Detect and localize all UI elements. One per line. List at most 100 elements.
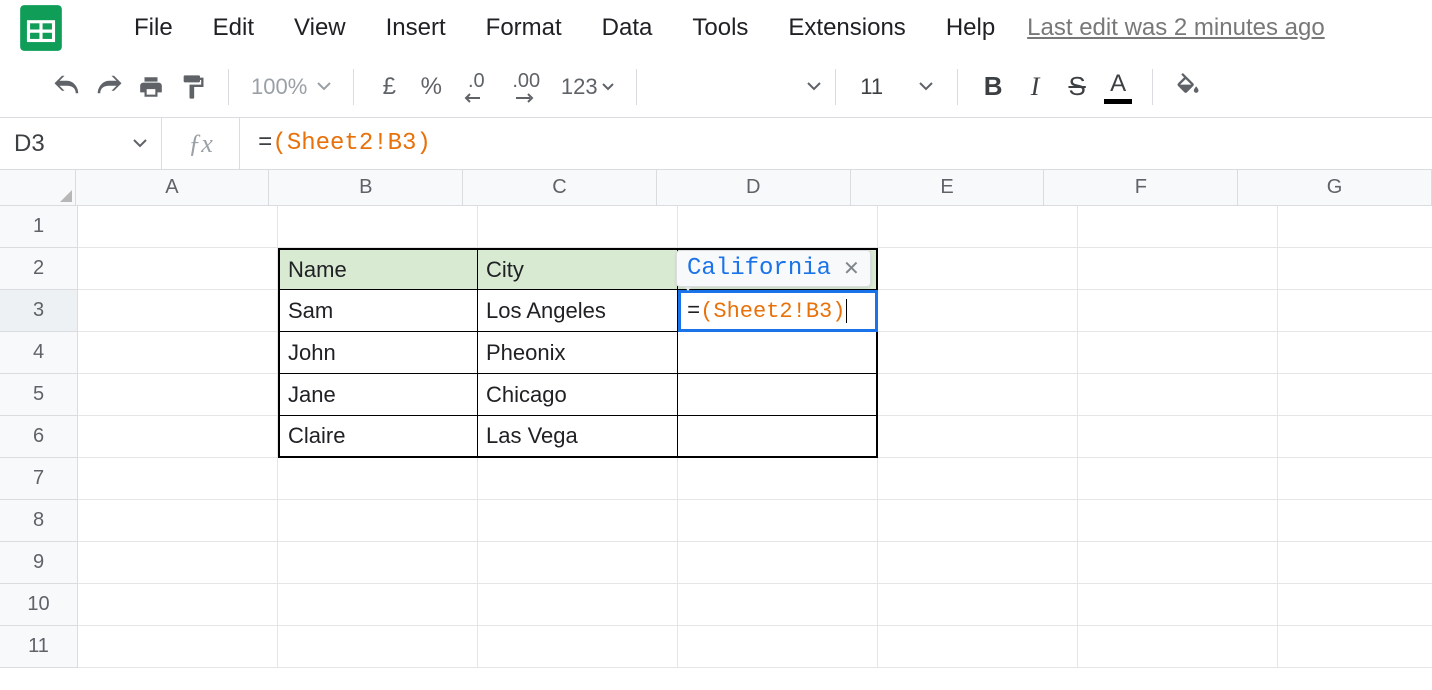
cell-B5[interactable]: Jane	[278, 374, 478, 416]
cell-E4[interactable]	[878, 332, 1078, 374]
cell-F11[interactable]	[1078, 626, 1278, 668]
cell-C10[interactable]	[478, 584, 678, 626]
paint-format-button[interactable]	[176, 70, 210, 104]
zoom-dropdown[interactable]: 100%	[243, 74, 339, 100]
sheets-logo-icon[interactable]	[16, 3, 66, 53]
percent-button[interactable]: %	[414, 70, 448, 104]
col-header-A[interactable]: A	[76, 170, 270, 205]
cell-B7[interactable]	[278, 458, 478, 500]
decrease-decimal-button[interactable]: .0	[456, 70, 496, 104]
cell-F5[interactable]	[1078, 374, 1278, 416]
cell-F2[interactable]	[1078, 248, 1278, 290]
cell-G8[interactable]	[1278, 500, 1432, 542]
col-header-G[interactable]: G	[1238, 170, 1432, 205]
cell-G11[interactable]	[1278, 626, 1432, 668]
row-header-5[interactable]: 5	[0, 374, 78, 416]
cell-B11[interactable]	[278, 626, 478, 668]
cell-E7[interactable]	[878, 458, 1078, 500]
cell-F8[interactable]	[1078, 500, 1278, 542]
cell-B4[interactable]: John	[278, 332, 478, 374]
cell-E9[interactable]	[878, 542, 1078, 584]
row-header-7[interactable]: 7	[0, 458, 78, 500]
row-header-11[interactable]: 11	[0, 626, 78, 668]
row-header-10[interactable]: 10	[0, 584, 78, 626]
cell-E8[interactable]	[878, 500, 1078, 542]
cell-A7[interactable]	[78, 458, 278, 500]
cell-C11[interactable]	[478, 626, 678, 668]
cell-A9[interactable]	[78, 542, 278, 584]
cell-C6[interactable]: Las Vega	[478, 416, 678, 458]
text-color-button[interactable]: A	[1104, 70, 1132, 104]
cell-A6[interactable]	[78, 416, 278, 458]
cell-F6[interactable]	[1078, 416, 1278, 458]
cell-G5[interactable]	[1278, 374, 1432, 416]
cell-F3[interactable]	[1078, 290, 1278, 332]
cell-E3[interactable]	[878, 290, 1078, 332]
menu-extensions[interactable]: Extensions	[768, 8, 925, 48]
name-box[interactable]: D3	[0, 118, 162, 169]
fill-color-button[interactable]	[1171, 70, 1205, 104]
menu-help[interactable]: Help	[926, 8, 1015, 48]
cell-B8[interactable]	[278, 500, 478, 542]
cell-B2[interactable]: Name	[278, 248, 478, 290]
cell-B10[interactable]	[278, 584, 478, 626]
cell-D1[interactable]	[678, 206, 878, 248]
cell-F1[interactable]	[1078, 206, 1278, 248]
cell-G1[interactable]	[1278, 206, 1432, 248]
cell-G10[interactable]	[1278, 584, 1432, 626]
cell-G4[interactable]	[1278, 332, 1432, 374]
col-header-F[interactable]: F	[1044, 170, 1238, 205]
cell-A5[interactable]	[78, 374, 278, 416]
row-header-1[interactable]: 1	[0, 206, 78, 248]
row-header-6[interactable]: 6	[0, 416, 78, 458]
cell-D6[interactable]	[678, 416, 878, 458]
currency-button[interactable]: £	[372, 70, 406, 104]
cell-B6[interactable]: Claire	[278, 416, 478, 458]
cell-E1[interactable]	[878, 206, 1078, 248]
cell-A1[interactable]	[78, 206, 278, 248]
cell-G6[interactable]	[1278, 416, 1432, 458]
cell-G7[interactable]	[1278, 458, 1432, 500]
active-cell-editor[interactable]: =(Sheet2!B3)	[678, 290, 878, 332]
cell-C3[interactable]: Los Angeles	[478, 290, 678, 332]
menu-tools[interactable]: Tools	[672, 8, 768, 48]
col-header-B[interactable]: B	[269, 170, 463, 205]
row-header-2[interactable]: 2	[0, 248, 78, 290]
cell-B1[interactable]	[278, 206, 478, 248]
cell-A4[interactable]	[78, 332, 278, 374]
row-header-9[interactable]: 9	[0, 542, 78, 584]
cell-C8[interactable]	[478, 500, 678, 542]
menu-data[interactable]: Data	[582, 8, 673, 48]
cell-E6[interactable]	[878, 416, 1078, 458]
cell-D8[interactable]	[678, 500, 878, 542]
col-header-D[interactable]: D	[657, 170, 851, 205]
cell-C7[interactable]	[478, 458, 678, 500]
cell-F7[interactable]	[1078, 458, 1278, 500]
cell-C1[interactable]	[478, 206, 678, 248]
cell-A8[interactable]	[78, 500, 278, 542]
cell-E11[interactable]	[878, 626, 1078, 668]
cell-A10[interactable]	[78, 584, 278, 626]
menu-edit[interactable]: Edit	[193, 8, 274, 48]
cell-E5[interactable]	[878, 374, 1078, 416]
font-dropdown[interactable]	[651, 82, 821, 92]
cell-D7[interactable]	[678, 458, 878, 500]
formula-input[interactable]: =(Sheet2!B3)	[240, 130, 1432, 157]
cell-G2[interactable]	[1278, 248, 1432, 290]
print-button[interactable]	[134, 70, 168, 104]
row-header-8[interactable]: 8	[0, 500, 78, 542]
cell-A3[interactable]	[78, 290, 278, 332]
cell-B9[interactable]	[278, 542, 478, 584]
cell-E10[interactable]	[878, 584, 1078, 626]
cell-F4[interactable]	[1078, 332, 1278, 374]
cell-C2[interactable]: City	[478, 248, 678, 290]
cell-D4[interactable]	[678, 332, 878, 374]
col-header-C[interactable]: C	[463, 170, 657, 205]
cell-D11[interactable]	[678, 626, 878, 668]
cell-D5[interactable]	[678, 374, 878, 416]
menu-insert[interactable]: Insert	[366, 8, 466, 48]
increase-decimal-button[interactable]: .00	[504, 70, 548, 104]
cell-F10[interactable]	[1078, 584, 1278, 626]
cell-D9[interactable]	[678, 542, 878, 584]
cell-C9[interactable]	[478, 542, 678, 584]
